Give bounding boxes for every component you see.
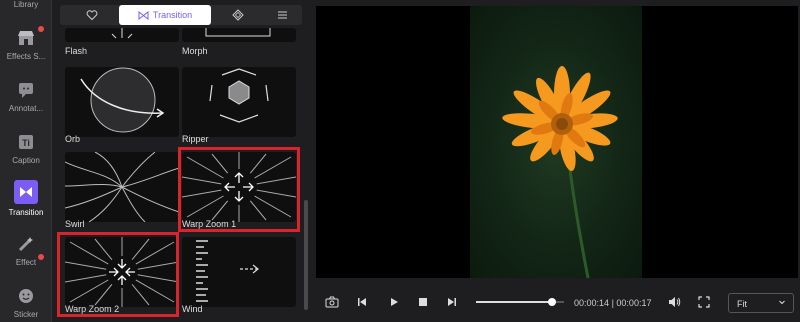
morph-preview	[205, 28, 271, 37]
sidebar-item-label: Effects S...	[6, 52, 46, 61]
player-controls: 00:00:14 | 00:00:17 Fit	[316, 284, 798, 322]
transition-tile-flash[interactable]	[65, 28, 179, 42]
stop-button[interactable]	[415, 294, 431, 310]
diamond-icon	[232, 9, 244, 21]
panel-tab-bar: Transition	[60, 5, 302, 25]
flash-preview	[111, 28, 133, 39]
playback-progress-fill	[476, 301, 552, 303]
highlight-box	[178, 147, 300, 232]
ripper-preview	[209, 68, 269, 123]
left-rail: Library Effects S... Annotat... Ti Capti…	[0, 0, 52, 322]
transition-panel: Transition Flash Morph Orb Ripper Swirl …	[52, 0, 353, 322]
highlight-box	[57, 232, 179, 317]
wind-preview	[196, 240, 259, 302]
swirl-preview	[65, 152, 179, 222]
notification-dot	[38, 26, 44, 32]
tab-favorites[interactable]	[68, 5, 116, 25]
sidebar-item-transition[interactable]: Transition	[0, 180, 52, 217]
transition-tile-ripper[interactable]	[182, 67, 296, 137]
transition-tile-morph[interactable]	[182, 28, 296, 42]
tile-label: Swirl	[65, 219, 85, 229]
sidebar-item-annotation[interactable]: Annotat...	[0, 80, 52, 113]
tile-label: Orb	[65, 134, 81, 144]
play-icon	[391, 298, 398, 306]
tab-menu[interactable]	[264, 5, 300, 25]
magic-wand-icon	[18, 237, 33, 252]
sidebar-item-label: Effect	[15, 258, 37, 267]
tile-label: Flash	[65, 46, 88, 56]
sidebar-item-label: Library	[13, 0, 39, 9]
transition-tile-swirl[interactable]	[65, 152, 179, 222]
sidebar-item-effects-store[interactable]: Effects S...	[0, 28, 52, 61]
svg-text:Ti: Ti	[22, 138, 30, 148]
fullscreen-button[interactable]	[696, 294, 712, 310]
sticker-icon	[19, 289, 33, 303]
transition-tile-orb[interactable]	[65, 67, 179, 137]
sidebar-item-label: Annotat...	[8, 104, 44, 113]
sidebar-item-sticker[interactable]: Sticker	[0, 286, 52, 319]
sidebar-item-label: Caption	[12, 156, 40, 165]
app-window: Library Effects S... Annotat... Ti Capti…	[0, 0, 800, 322]
chevron-down-icon	[779, 300, 785, 305]
sidebar-item-caption[interactable]: Ti Caption	[0, 132, 52, 165]
current-time: 00:00:14	[574, 298, 610, 308]
sidebar-item-effect[interactable]: Effect	[0, 234, 52, 267]
orb-preview	[80, 67, 165, 133]
volume-icon	[668, 297, 680, 307]
total-time: 00:00:17	[616, 298, 652, 308]
time-readout: 00:00:14 | 00:00:17	[574, 298, 651, 308]
fit-value: Fit	[737, 299, 747, 309]
zoom-fit-select[interactable]: Fit	[728, 293, 794, 313]
sidebar-item-library[interactable]: Library	[0, 0, 52, 9]
transition-tile-wind[interactable]	[182, 237, 296, 307]
time-separator: |	[611, 298, 614, 308]
skip-forward-icon	[448, 298, 456, 306]
video-preview[interactable]	[316, 6, 798, 279]
caption-icon: Ti	[19, 135, 33, 149]
tab-label: Transition	[152, 10, 193, 20]
next-frame-button[interactable]	[444, 294, 460, 310]
sidebar-item-label: Transition	[8, 208, 44, 217]
tile-label: Morph	[182, 46, 208, 56]
tile-label: Wind	[182, 304, 203, 314]
snapshot-button[interactable]	[324, 294, 340, 310]
transition-icon	[14, 180, 38, 204]
volume-button[interactable]	[666, 294, 682, 310]
heart-icon	[86, 10, 98, 21]
flower-graphic	[502, 66, 618, 279]
camera-icon	[325, 296, 339, 308]
tile-label: Ripper	[182, 134, 209, 144]
transition-tab-icon	[138, 10, 149, 20]
skip-back-icon	[358, 298, 366, 306]
playback-progress-handle[interactable]	[547, 298, 556, 306]
notification-dot	[38, 254, 44, 260]
previous-frame-button[interactable]	[354, 294, 370, 310]
stop-icon	[419, 298, 427, 306]
menu-icon	[277, 11, 287, 19]
flower-image	[470, 6, 642, 279]
play-button[interactable]	[386, 294, 402, 310]
fullscreen-icon	[698, 296, 710, 308]
annotation-icon	[19, 83, 33, 98]
tab-transition[interactable]: Transition	[119, 5, 211, 25]
panel-scrollbar[interactable]	[304, 200, 308, 310]
tab-effects[interactable]	[218, 5, 258, 25]
sidebar-item-label: Sticker	[13, 310, 39, 319]
store-icon	[18, 31, 34, 45]
